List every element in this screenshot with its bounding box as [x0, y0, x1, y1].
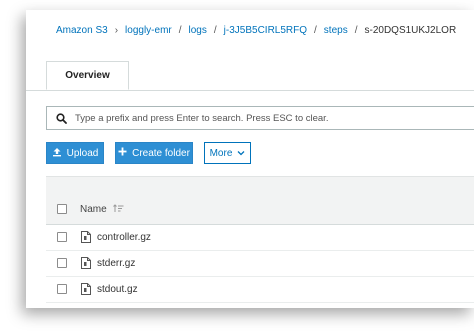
- upload-label: Upload: [66, 147, 99, 159]
- column-header-name[interactable]: Name: [80, 204, 107, 215]
- upload-icon: [52, 147, 62, 160]
- upload-button[interactable]: Upload: [46, 142, 104, 164]
- breadcrumb-cluster[interactable]: j-3J5B5CIRL5RFQ: [224, 25, 307, 36]
- row-checkbox[interactable]: [57, 284, 67, 294]
- breadcrumb-separator: /: [354, 24, 358, 36]
- chevron-down-icon: [237, 150, 245, 156]
- file-icon: [81, 257, 91, 269]
- breadcrumb-separator: ›: [114, 24, 119, 36]
- table-row[interactable]: stdout.gz: [46, 276, 474, 303]
- table-header: Name: [46, 194, 474, 225]
- search-icon: [47, 112, 75, 124]
- table-row[interactable]: stderr.gz: [46, 250, 474, 277]
- file-name-link[interactable]: stderr.gz: [97, 258, 135, 269]
- plus-icon: [118, 147, 127, 159]
- file-icon: [81, 231, 91, 243]
- tab-bar: Overview: [26, 50, 474, 91]
- row-checkbox[interactable]: [57, 232, 67, 242]
- select-all-checkbox[interactable]: [57, 204, 67, 214]
- table-toolbar: [46, 176, 474, 195]
- create-folder-label: Create folder: [132, 147, 190, 159]
- search-box[interactable]: [46, 106, 474, 130]
- tab-overview[interactable]: Overview: [46, 61, 129, 90]
- breadcrumb-separator: /: [213, 24, 217, 36]
- breadcrumb-amazon-s3[interactable]: Amazon S3: [56, 25, 108, 36]
- breadcrumb-steps[interactable]: steps: [324, 25, 348, 36]
- file-icon: [81, 283, 91, 295]
- more-label: More: [209, 147, 233, 159]
- breadcrumb-logs[interactable]: logs: [189, 25, 207, 36]
- sort-icon[interactable]: [112, 203, 124, 215]
- breadcrumb-bucket[interactable]: loggly-emr: [125, 25, 172, 36]
- more-button[interactable]: More: [204, 142, 251, 164]
- table-row[interactable]: controller.gz: [46, 224, 474, 251]
- search-input[interactable]: [75, 112, 474, 124]
- breadcrumb-separator: /: [314, 24, 317, 36]
- file-name-link[interactable]: controller.gz: [97, 232, 151, 243]
- file-name-link[interactable]: stdout.gz: [97, 284, 138, 295]
- breadcrumb: Amazon S3 › loggly-emr / logs / j-3J5B5C…: [26, 10, 474, 50]
- create-folder-button[interactable]: Create folder: [115, 142, 193, 164]
- s3-console-window: Amazon S3 › loggly-emr / logs / j-3J5B5C…: [26, 10, 474, 308]
- breadcrumb-separator: /: [178, 24, 182, 36]
- breadcrumb-current: s-20DQS1UKJ2LOR: [364, 24, 457, 36]
- row-checkbox[interactable]: [57, 258, 67, 268]
